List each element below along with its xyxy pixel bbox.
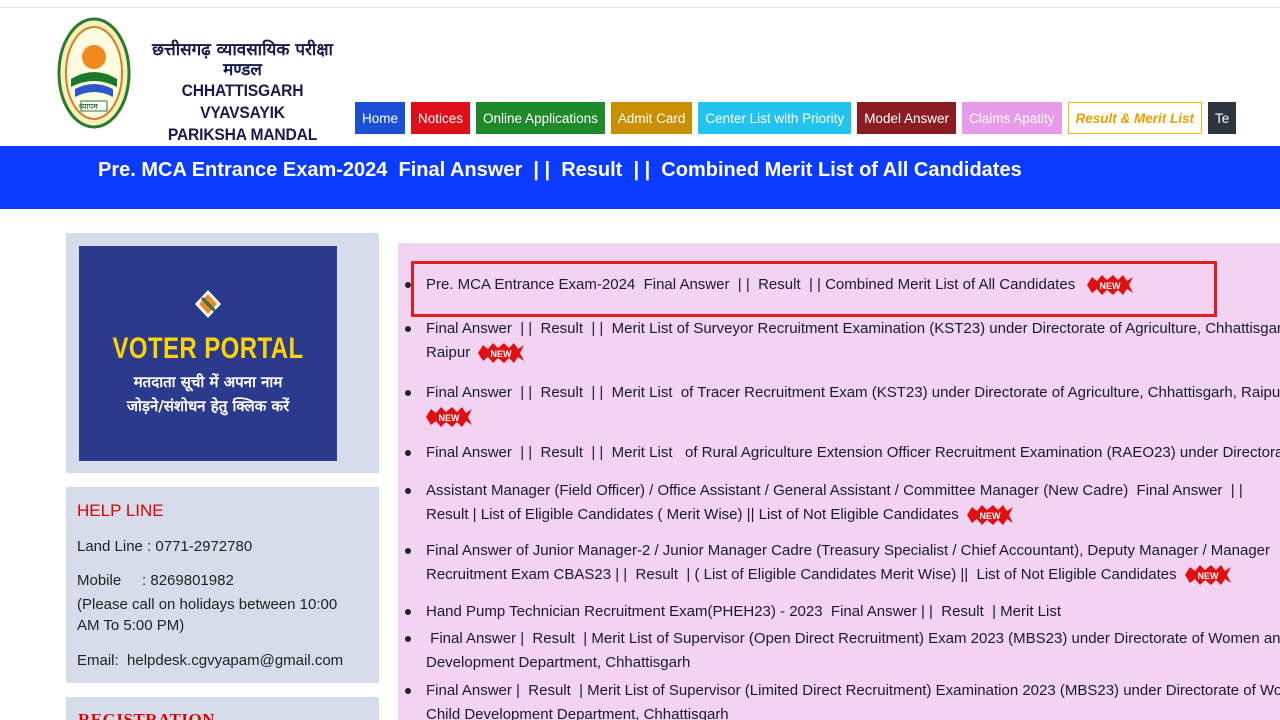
new-badge-icon: NEW bbox=[1184, 565, 1231, 586]
news-item[interactable]: Final Answer | | Result | | Merit List o… bbox=[405, 381, 1280, 429]
new-badge-icon: NEW bbox=[478, 343, 525, 364]
logo-text: व्यापम bbox=[79, 102, 98, 111]
new-badge-icon: NEW bbox=[426, 407, 472, 428]
new-badge-icon: NEW bbox=[966, 505, 1013, 526]
helpline-title: HELP LINE bbox=[77, 501, 164, 520]
voter-portal-subtitle-2: जोड़ने/संशोधन हेतु क्लिक करें bbox=[126, 397, 290, 415]
nav-online-applications[interactable]: Online Applications bbox=[476, 102, 605, 134]
helpline-mobile: Mobile : 8269801982 bbox=[77, 572, 234, 589]
bullet bbox=[405, 688, 411, 694]
news-item[interactable]: Final Answer | Result | Merit List of Su… bbox=[405, 679, 1280, 720]
news-item[interactable]: Final Answer | Result | Merit List of Su… bbox=[405, 627, 1280, 675]
highlight-box bbox=[411, 261, 1217, 317]
org-name-english-line1: CHHATTISGARH VYAVSAYIK bbox=[181, 81, 304, 122]
voter-portal-subtitle-1: मतदाता सूची में अपना नाम bbox=[133, 373, 283, 391]
news-item[interactable]: Assistant Manager (Field Officer) / Offi… bbox=[405, 479, 1243, 527]
bullet bbox=[405, 548, 411, 554]
nav-notices[interactable]: Notices bbox=[411, 102, 471, 134]
org-name-hindi: छत्तीसगढ़ व्यावसायिक परीक्षा मण्डल bbox=[152, 40, 333, 80]
bullet bbox=[405, 488, 411, 494]
bullet bbox=[405, 450, 411, 456]
news-item[interactable]: Final Answer | | Result | | Merit List o… bbox=[405, 317, 1280, 365]
nav-claims-apatity[interactable]: Claims Apatity bbox=[961, 102, 1062, 134]
nav-home[interactable]: Home bbox=[355, 102, 406, 134]
main-nav: Home Notices Online Applications Admit C… bbox=[355, 102, 1237, 134]
bullet bbox=[405, 390, 411, 396]
svg-text:NEW: NEW bbox=[1197, 571, 1219, 581]
news-item[interactable]: Final Answer | | Result | | Merit List o… bbox=[405, 441, 1280, 465]
voter-portal-card[interactable]: VOTER PORTAL मतदाता सूची में अपना नाम जो… bbox=[79, 246, 337, 461]
top-divider bbox=[0, 7, 1280, 8]
org-name-english-line2: PARIKSHA MANDAL bbox=[167, 125, 318, 144]
bullet bbox=[405, 326, 411, 332]
nav-model-answer[interactable]: Model Answer bbox=[857, 102, 956, 134]
ballot-icon bbox=[195, 290, 221, 318]
bullet bbox=[405, 636, 411, 642]
voter-portal-title: VOTER PORTAL bbox=[112, 332, 304, 365]
helpline-email[interactable]: Email: helpdesk.cgvyapam@gmail.com bbox=[77, 652, 343, 669]
registration-title: REGISTRATION bbox=[78, 710, 215, 720]
org-title: छत्तीसगढ़ व्यावसायिक परीक्षा मण्डल CHHAT… bbox=[140, 40, 345, 146]
nav-center-list[interactable]: Center List with Priority bbox=[698, 102, 852, 134]
nav-admit-card[interactable]: Admit Card bbox=[610, 102, 693, 134]
svg-text:NEW: NEW bbox=[979, 511, 1001, 521]
news-item[interactable]: Final Answer of Junior Manager-2 / Junio… bbox=[405, 539, 1270, 587]
svg-text:NEW: NEW bbox=[491, 349, 513, 359]
bullet bbox=[405, 609, 411, 615]
helpline-note-2: AM To 5:00 PM) bbox=[77, 617, 185, 634]
banner-text[interactable]: Pre. MCA Entrance Exam-2024 Final Answer… bbox=[98, 159, 1022, 182]
helpline-note-1: (Please call on holidays between 10:00 bbox=[77, 596, 338, 613]
svg-text:NEW: NEW bbox=[439, 413, 461, 423]
nav-result-merit-list[interactable]: Result & Merit List bbox=[1067, 102, 1203, 134]
nav-te[interactable]: Te bbox=[1208, 102, 1237, 134]
helpline-landline: Land Line : 0771-2972780 bbox=[77, 538, 253, 555]
news-item[interactable]: Hand Pump Technician Recruitment Exam(PH… bbox=[405, 600, 1061, 624]
vyapam-logo[interactable]: व्यापम bbox=[57, 17, 132, 132]
